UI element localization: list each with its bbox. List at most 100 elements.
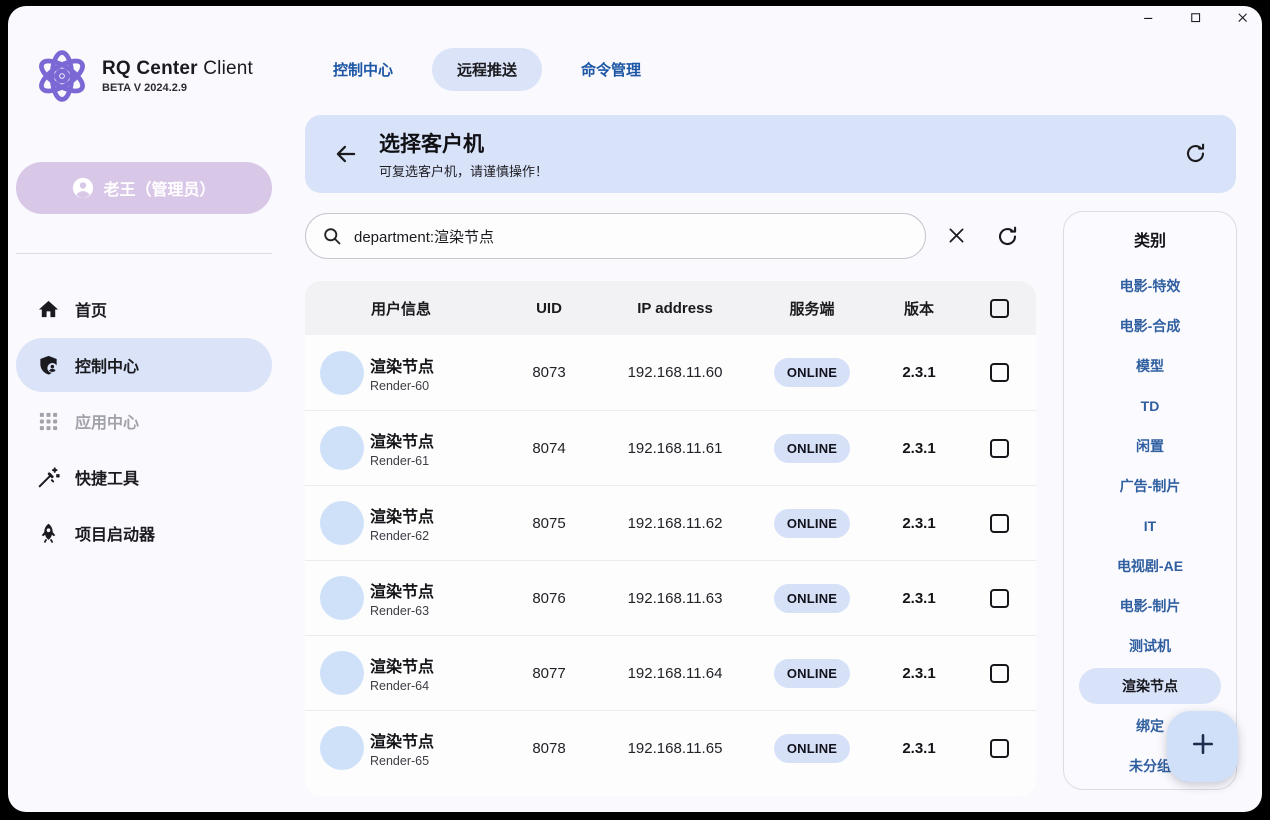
sidebar-item-control-center[interactable]: 控制中心 xyxy=(16,338,272,392)
table-row[interactable]: 渲染节点 Render-62 8075 192.168.11.62 ONLINE… xyxy=(305,485,1036,560)
status-badge: ONLINE xyxy=(774,509,850,538)
row-checkbox[interactable] xyxy=(990,589,1009,608)
maximize-icon xyxy=(1188,10,1203,30)
tab-command-management[interactable]: 命令管理 xyxy=(556,48,666,91)
client-version: 2.3.1 xyxy=(875,590,963,607)
sidebar-nav: 首页 控制中心 应用中心 快捷工具 项目启动器 xyxy=(16,282,272,562)
app-window: RQ Center Client BETA V 2024.2.9 控制中心 远程推… xyxy=(8,6,1262,812)
app-title-regular: Client xyxy=(203,58,253,79)
column-header-version: 版本 xyxy=(875,298,963,319)
sidebar-item-label: 应用中心 xyxy=(75,409,139,433)
table-row[interactable]: 渲染节点 Render-65 8078 192.168.11.65 ONLINE… xyxy=(305,710,1036,785)
maximize-button[interactable] xyxy=(1188,12,1203,27)
category-item-label: TD xyxy=(1141,398,1160,414)
client-avatar xyxy=(320,576,364,620)
client-uid: 8077 xyxy=(497,665,601,682)
client-name: 渲染节点 xyxy=(370,728,497,752)
search-refresh-icon[interactable] xyxy=(996,225,1018,247)
search-value: department:渲染节点 xyxy=(354,226,494,247)
row-checkbox[interactable] xyxy=(990,514,1009,533)
client-ip: 192.168.11.63 xyxy=(601,590,749,607)
sidebar-item-app-center[interactable]: 应用中心 xyxy=(16,394,272,448)
client-uid: 8075 xyxy=(497,515,601,532)
category-item-label: 电视剧-AE xyxy=(1117,556,1183,576)
category-item-test-machine[interactable]: 测试机 xyxy=(1064,626,1236,666)
status-badge: ONLINE xyxy=(774,659,850,688)
category-item-tv-ae[interactable]: 电视剧-AE xyxy=(1064,546,1236,586)
client-uid: 8076 xyxy=(497,590,601,607)
column-header-ip: IP address xyxy=(601,300,749,317)
sidebar-item-label: 项目启动器 xyxy=(75,521,155,545)
category-item-label: 闲置 xyxy=(1136,436,1164,456)
rocket-icon xyxy=(36,521,60,545)
minimize-icon xyxy=(1141,10,1156,30)
close-icon xyxy=(1235,10,1250,30)
minimize-button[interactable] xyxy=(1141,12,1156,27)
client-ip: 192.168.11.61 xyxy=(601,440,749,457)
app-brand: RQ Center Client BETA V 2024.2.9 xyxy=(32,46,253,106)
tab-label: 控制中心 xyxy=(333,62,393,79)
category-list: 电影-特效 电影-合成 模型 TD 闲置 广告-制片 IT 电视剧-AE 电影-… xyxy=(1064,266,1236,786)
client-uid: 8074 xyxy=(497,440,601,457)
category-item-render-node[interactable]: 渲染节点 xyxy=(1064,666,1236,706)
client-name: 渲染节点 xyxy=(370,428,497,452)
table-row[interactable]: 渲染节点 Render-61 8074 192.168.11.61 ONLINE… xyxy=(305,410,1036,485)
magic-wand-icon xyxy=(36,465,60,489)
category-item-td[interactable]: TD xyxy=(1064,386,1236,426)
category-item-idle[interactable]: 闲置 xyxy=(1064,426,1236,466)
user-badge[interactable]: 老王（管理员） xyxy=(16,162,272,214)
sidebar-item-label: 快捷工具 xyxy=(75,465,139,489)
row-checkbox[interactable] xyxy=(990,363,1009,382)
category-item-movie-vfx[interactable]: 电影-特效 xyxy=(1064,266,1236,306)
sidebar-item-project-launcher[interactable]: 项目启动器 xyxy=(16,506,272,560)
admin-shield-icon xyxy=(36,353,60,377)
table-row[interactable]: 渲染节点 Render-64 8077 192.168.11.64 ONLINE… xyxy=(305,635,1036,710)
category-item-label: 广告-制片 xyxy=(1120,476,1181,496)
person-icon xyxy=(72,177,94,199)
category-panel-title: 类别 xyxy=(1064,226,1236,258)
app-title-bold: RQ Center xyxy=(102,58,198,79)
table-row[interactable]: 渲染节点 Render-63 8076 192.168.11.63 ONLINE… xyxy=(305,560,1036,635)
close-button[interactable] xyxy=(1235,12,1250,27)
category-item-label: 电影-制片 xyxy=(1120,596,1181,616)
select-all-checkbox[interactable] xyxy=(990,299,1009,318)
client-avatar xyxy=(320,501,364,545)
client-version: 2.3.1 xyxy=(875,364,963,381)
sidebar-item-home[interactable]: 首页 xyxy=(16,282,272,336)
search-input[interactable]: department:渲染节点 xyxy=(305,213,926,259)
clear-search-icon[interactable] xyxy=(946,225,968,247)
header-refresh-icon[interactable] xyxy=(1184,142,1208,166)
category-item-label: IT xyxy=(1144,518,1156,534)
home-icon xyxy=(36,297,60,321)
category-item-label: 模型 xyxy=(1136,356,1164,376)
column-header-uid: UID xyxy=(497,300,601,317)
row-checkbox[interactable] xyxy=(990,664,1009,683)
client-version: 2.3.1 xyxy=(875,665,963,682)
table-row[interactable]: 渲染节点 Render-60 8073 192.168.11.60 ONLINE… xyxy=(305,335,1036,410)
client-hostname: Render-62 xyxy=(370,529,497,543)
category-item-movie-production[interactable]: 电影-制片 xyxy=(1064,586,1236,626)
add-button[interactable] xyxy=(1167,711,1238,782)
tab-label: 远程推送 xyxy=(457,62,517,79)
client-avatar xyxy=(320,426,364,470)
category-item-it[interactable]: IT xyxy=(1064,506,1236,546)
sidebar-item-quick-tools[interactable]: 快捷工具 xyxy=(16,450,272,504)
row-checkbox[interactable] xyxy=(990,739,1009,758)
sidebar-item-label: 控制中心 xyxy=(75,353,139,377)
app-title: RQ Center Client xyxy=(102,58,253,80)
category-item-movie-comp[interactable]: 电影-合成 xyxy=(1064,306,1236,346)
client-ip: 192.168.11.62 xyxy=(601,515,749,532)
client-name: 渲染节点 xyxy=(370,353,497,377)
row-checkbox[interactable] xyxy=(990,439,1009,458)
category-panel: 类别 电影-特效 电影-合成 模型 TD 闲置 广告-制片 IT 电视剧-AE … xyxy=(1063,211,1237,790)
status-badge: ONLINE xyxy=(774,358,850,387)
window-controls xyxy=(1141,12,1250,27)
client-name: 渲染节点 xyxy=(370,578,497,602)
category-item-ad-production[interactable]: 广告-制片 xyxy=(1064,466,1236,506)
client-name: 渲染节点 xyxy=(370,503,497,527)
page-title: 选择客户机 xyxy=(379,128,548,158)
tab-control-center[interactable]: 控制中心 xyxy=(308,48,418,91)
category-item-model[interactable]: 模型 xyxy=(1064,346,1236,386)
tab-remote-push[interactable]: 远程推送 xyxy=(432,48,542,91)
back-arrow-icon[interactable] xyxy=(333,141,359,167)
